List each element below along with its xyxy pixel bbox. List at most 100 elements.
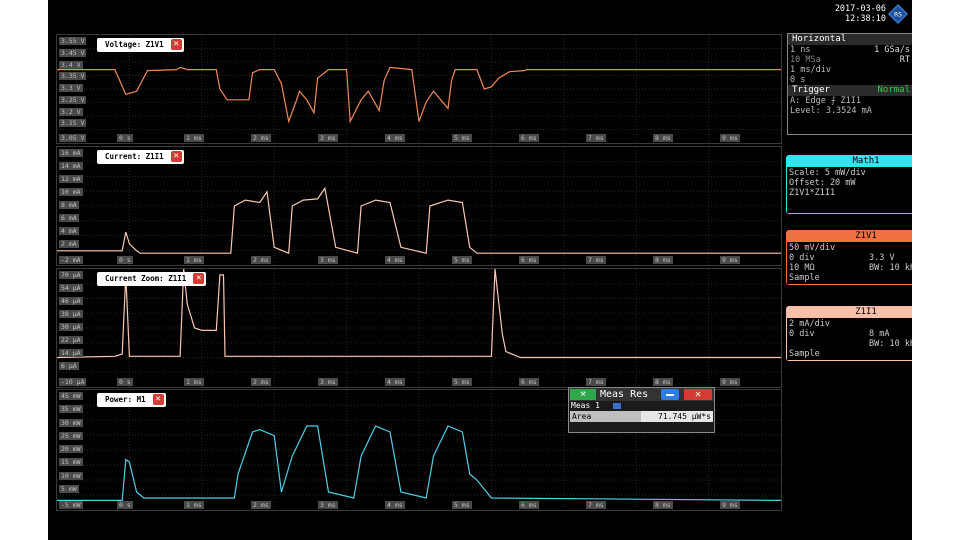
panel-title: Current: Z1I1 ✕: [97, 150, 184, 164]
x-tick-label: 9 ms: [720, 501, 740, 509]
meas-value: 71.745 µW*s: [641, 411, 713, 422]
x-tick-label: 2 ms: [251, 501, 271, 509]
panel-title: Voltage: Z1V1 ✕: [97, 38, 184, 52]
panel-title: Power: M1 ✕: [97, 393, 166, 407]
meas-row: Area 71.745 µW*s: [570, 411, 713, 422]
y-tick-label: 38 µA: [59, 310, 83, 318]
z1v1-offset-row: 0 div 3.3 V: [789, 253, 912, 263]
trigger-header: Trigger Normal: [788, 85, 912, 96]
x-tick-label: 9 ms: [720, 378, 740, 386]
close-icon[interactable]: ✕: [152, 394, 164, 405]
math1-header: Math1: [787, 156, 912, 167]
z1v1-title: Z1V1: [855, 231, 877, 241]
voltage-panel[interactable]: Voltage: Z1V1 ✕ 3.55 V 3.45 V 3.4 V 3.35 V 3.…: [56, 34, 782, 144]
x-tick-label: 7 ms: [586, 256, 606, 264]
z1v1-offset: 3.3 V: [869, 253, 895, 263]
z1v1-impedance: 10 MΩ: [789, 263, 815, 273]
y-tick-label: 10 mA: [59, 188, 83, 196]
measurement-results-window[interactable]: ⚒ Meas Res ✕ Meas 1 Area 71.745 µW*s: [568, 387, 715, 433]
wrench-icon[interactable]: ⚒: [570, 389, 596, 400]
y-tick-label: 3.3 V: [59, 84, 83, 92]
x-tick-label: 0 s: [117, 501, 133, 509]
y-tick-label: 3.2 V: [59, 107, 83, 116]
h-right: RT: [899, 55, 910, 65]
math1-card[interactable]: Math1 Scale: 5 mW/div Offset: 20 mW Z1V1…: [786, 155, 912, 214]
y-tick-label: 22 µA: [59, 336, 83, 344]
panel-title-text: Current Zoom: Z1I1: [105, 274, 187, 283]
x-tick-label: 7 ms: [586, 501, 606, 509]
meas-titlebar[interactable]: ⚒ Meas Res ✕: [569, 388, 714, 401]
y-tick-label: 10 mW: [59, 471, 83, 480]
minimize-icon[interactable]: [661, 389, 679, 400]
x-tick-label: 3 ms: [318, 378, 338, 386]
x-tick-label: 2 ms: [251, 378, 271, 386]
z1i1-card[interactable]: Z1I1 2 mA/div 0 div 8 mA BW: 10 kHz Sampl…: [786, 306, 912, 361]
h-left: 1 ms/div: [790, 65, 831, 75]
horizontal-row: 10 MSa RT: [788, 55, 912, 65]
meas-sub-label: Meas 1: [571, 401, 600, 410]
x-tick-label: 9 ms: [720, 134, 740, 142]
z1v1-bandwidth: BW: 10 kHz: [869, 263, 912, 273]
x-tick-label: 5 ms: [452, 256, 472, 264]
horizontal-trigger-box[interactable]: Horizontal 1 ns 1 GSa/s 10 MSa RT 1 ms/div…: [787, 33, 912, 135]
close-icon[interactable]: ✕: [170, 39, 182, 50]
y-tick-label: 30 mW: [59, 418, 83, 427]
y-tick-label: 54 µA: [59, 284, 83, 292]
y-tick-label: -5 mW: [59, 501, 83, 509]
z1v1-scale: 50 mV/div: [789, 243, 836, 253]
horizontal-row: 0 s: [788, 75, 912, 85]
z1v1-imp-row: 10 MΩ BW: 10 kHz: [789, 263, 912, 273]
x-tick-label: 8 ms: [653, 134, 673, 142]
x-tick-label: 4 ms: [385, 134, 405, 142]
x-tick-label: 4 ms: [385, 501, 405, 509]
close-icon[interactable]: ✕: [170, 151, 182, 162]
z1i1-header: Z1I1: [787, 307, 912, 318]
h-left: 0 s: [790, 75, 806, 85]
z1i1-body: 2 mA/div 0 div 8 mA BW: 10 kHz Sample: [787, 318, 912, 360]
y-tick-label: 4 mA: [59, 227, 79, 235]
x-tick-label: 4 ms: [385, 256, 405, 264]
y-tick-label: 3.4 V: [59, 60, 83, 69]
x-tick-label: 8 ms: [653, 256, 673, 264]
z1v1-header: Z1V1: [787, 231, 912, 242]
y-tick-label: 14 mA: [59, 162, 83, 170]
y-tick-label: -2 mA: [59, 256, 83, 264]
z1v1-card[interactable]: Z1V1 50 mV/div 0 div 3.3 V 10 MΩ BW: 10 kH…: [786, 230, 912, 285]
x-tick-label: 6 ms: [519, 378, 539, 386]
z1i1-bandwidth: BW: 10 kHz: [869, 339, 912, 349]
trigger-line: A: Edge ⨍ Z1I1: [790, 96, 861, 106]
y-tick-label: 3.35 V: [59, 72, 87, 81]
panel-title-text: Current: Z1I1: [105, 152, 164, 161]
x-tick-label: 1 ms: [184, 501, 204, 509]
x-tick-label: 7 ms: [586, 378, 606, 386]
x-tick-label: 8 ms: [653, 378, 673, 386]
z1i1-scale: 2 mA/div: [789, 319, 830, 329]
z1v1-mode: Sample: [789, 273, 820, 283]
h-right: 1 GSa/s: [874, 45, 910, 55]
x-tick-label: 3 ms: [318, 134, 338, 142]
x-tick-label: 5 ms: [452, 378, 472, 386]
meas-source-icon: [613, 403, 621, 409]
close-icon[interactable]: ✕: [193, 273, 205, 284]
x-tick-label: 1 ms: [184, 378, 204, 386]
current-zoom-panel[interactable]: Current Zoom: Z1I1 ✕ 70 µA 54 µA 46 µA 38 µA…: [56, 268, 782, 388]
x-tick-label: 2 ms: [251, 256, 271, 264]
x-tick-label: 0 s: [117, 378, 133, 386]
math1-expression: Z1V1*Z1I1: [789, 188, 836, 198]
z1v1-body: 50 mV/div 0 div 3.3 V 10 MΩ BW: 10 kHz Sam…: [787, 242, 912, 284]
current-panel[interactable]: Current: Z1I1 ✕ 16 mA 14 mA 12 mA 10 mA 8 mA 6…: [56, 146, 782, 266]
y-tick-label: 45 mW: [59, 392, 83, 400]
panel-title-text: Voltage: Z1V1: [105, 40, 164, 49]
panel-title: Current Zoom: Z1I1 ✕: [97, 272, 207, 286]
horizontal-title: Horizontal: [788, 34, 912, 45]
meas-label: Area: [572, 412, 592, 421]
horizontal-row: 1 ms/div: [788, 65, 912, 75]
y-tick-label: 3.05 V: [59, 134, 87, 142]
z1i1-pos: 0 div: [789, 329, 815, 339]
y-tick-label: 30 µA: [59, 323, 83, 331]
h-left: 1 ns: [790, 45, 811, 55]
trigger-level: Level: 3.3524 mA: [790, 106, 872, 116]
meas-subtitle: Meas 1: [569, 401, 714, 411]
y-tick-label: 3.25 V: [59, 95, 87, 104]
close-icon[interactable]: ✕: [684, 389, 712, 400]
